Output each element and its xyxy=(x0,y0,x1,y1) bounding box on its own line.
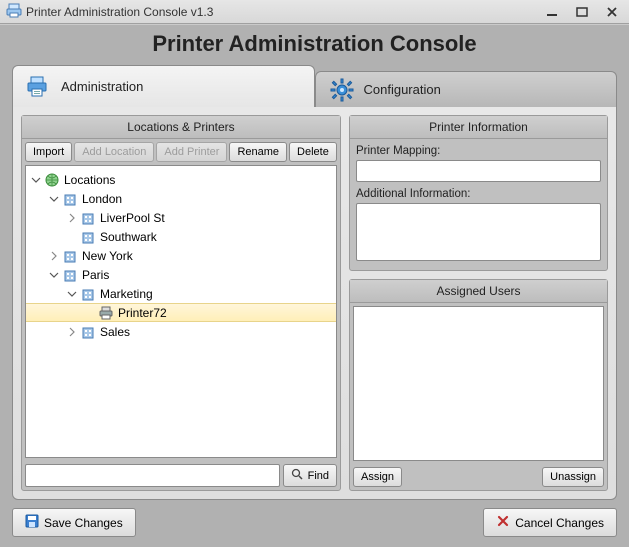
tree-label: Paris xyxy=(82,268,109,282)
tree-label: Marketing xyxy=(100,287,153,301)
find-row: Find xyxy=(22,461,340,490)
additional-label: Additional Information: xyxy=(356,188,601,200)
unassign-button[interactable]: Unassign xyxy=(542,467,604,487)
collapse-icon[interactable] xyxy=(30,174,42,186)
building-icon xyxy=(80,229,96,245)
locations-panel-title: Locations & Printers xyxy=(22,116,340,139)
tree-label: London xyxy=(82,192,122,206)
add-location-button[interactable]: Add Location xyxy=(74,142,154,162)
titlebar: Printer Administration Console v1.3 xyxy=(0,0,629,24)
cancel-button[interactable]: Cancel Changes xyxy=(483,508,617,537)
locations-panel: Locations & Printers Import Add Location… xyxy=(21,115,341,491)
locations-tree[interactable]: Locations London LiverPool St xyxy=(25,165,337,458)
building-icon xyxy=(80,210,96,226)
tree-node-sales[interactable]: Sales xyxy=(26,322,336,341)
collapse-icon[interactable] xyxy=(48,193,60,205)
close-button[interactable] xyxy=(601,5,623,19)
expand-icon[interactable] xyxy=(66,326,78,338)
app-icon xyxy=(6,2,22,21)
printer-info-panel: Printer Information Printer Mapping: Add… xyxy=(349,115,608,271)
import-button[interactable]: Import xyxy=(25,142,72,162)
expand-icon[interactable] xyxy=(48,250,60,262)
tree-label: LiverPool St xyxy=(100,211,165,225)
tree-node-liverpool[interactable]: LiverPool St xyxy=(26,208,336,227)
window-body: Printer Administration Console Administr… xyxy=(0,24,629,547)
delete-button[interactable]: Delete xyxy=(289,142,337,162)
building-icon xyxy=(62,248,78,264)
tree-root-locations[interactable]: Locations xyxy=(26,170,336,189)
tree-label: Locations xyxy=(64,173,115,187)
tree-node-newyork[interactable]: New York xyxy=(26,246,336,265)
mapping-input[interactable] xyxy=(356,160,601,182)
gear-icon xyxy=(328,76,356,104)
building-icon xyxy=(62,267,78,283)
locations-toolbar: Import Add Location Add Printer Rename D… xyxy=(22,139,340,165)
tree-node-marketing[interactable]: Marketing xyxy=(26,284,336,303)
cancel-icon xyxy=(496,514,510,531)
mapping-label: Printer Mapping: xyxy=(356,145,601,157)
printer-info-title: Printer Information xyxy=(350,116,607,139)
tree-label: New York xyxy=(82,249,133,263)
rename-button[interactable]: Rename xyxy=(229,142,287,162)
building-icon xyxy=(62,191,78,207)
tab-body: Locations & Printers Import Add Location… xyxy=(12,106,617,500)
tree-node-southwark[interactable]: Southwark xyxy=(26,227,336,246)
printer-icon xyxy=(98,305,114,321)
save-button[interactable]: Save Changes xyxy=(12,508,136,537)
tab-administration[interactable]: Administration xyxy=(12,65,315,107)
assigned-users-list[interactable] xyxy=(353,306,604,461)
globe-icon xyxy=(44,172,60,188)
tree-label: Sales xyxy=(100,325,130,339)
find-button-label: Find xyxy=(308,470,329,482)
magnifier-icon xyxy=(291,468,303,483)
tabstrip: Administration Configuration xyxy=(12,65,617,107)
find-input[interactable] xyxy=(25,464,280,487)
save-button-label: Save Changes xyxy=(44,516,123,530)
tab-configuration-label: Configuration xyxy=(364,82,441,97)
tab-configuration[interactable]: Configuration xyxy=(315,71,618,107)
tree-node-london[interactable]: London xyxy=(26,189,336,208)
tree-node-printer72[interactable]: Printer72 xyxy=(26,303,336,322)
add-printer-button[interactable]: Add Printer xyxy=(156,142,227,162)
tree-label: Printer72 xyxy=(118,306,167,320)
assign-button[interactable]: Assign xyxy=(353,467,402,487)
maximize-button[interactable] xyxy=(571,5,593,19)
footer: Save Changes Cancel Changes xyxy=(12,500,617,537)
window-title: Printer Administration Console v1.3 xyxy=(26,5,213,19)
expand-icon[interactable] xyxy=(66,212,78,224)
printer-admin-icon xyxy=(25,73,53,101)
page-title: Printer Administration Console xyxy=(12,31,617,57)
find-button[interactable]: Find xyxy=(283,464,337,487)
collapse-icon[interactable] xyxy=(66,288,78,300)
tree-node-paris[interactable]: Paris xyxy=(26,265,336,284)
assigned-users-panel: Assigned Users Assign Unassign xyxy=(349,279,608,491)
collapse-icon[interactable] xyxy=(48,269,60,281)
building-icon xyxy=(80,324,96,340)
tab-administration-label: Administration xyxy=(61,79,143,94)
building-icon xyxy=(80,286,96,302)
minimize-button[interactable] xyxy=(541,5,563,19)
assigned-users-title: Assigned Users xyxy=(350,280,607,303)
cancel-button-label: Cancel Changes xyxy=(515,516,604,530)
tree-label: Southwark xyxy=(100,230,157,244)
save-icon xyxy=(25,514,39,531)
additional-input[interactable] xyxy=(356,203,601,261)
